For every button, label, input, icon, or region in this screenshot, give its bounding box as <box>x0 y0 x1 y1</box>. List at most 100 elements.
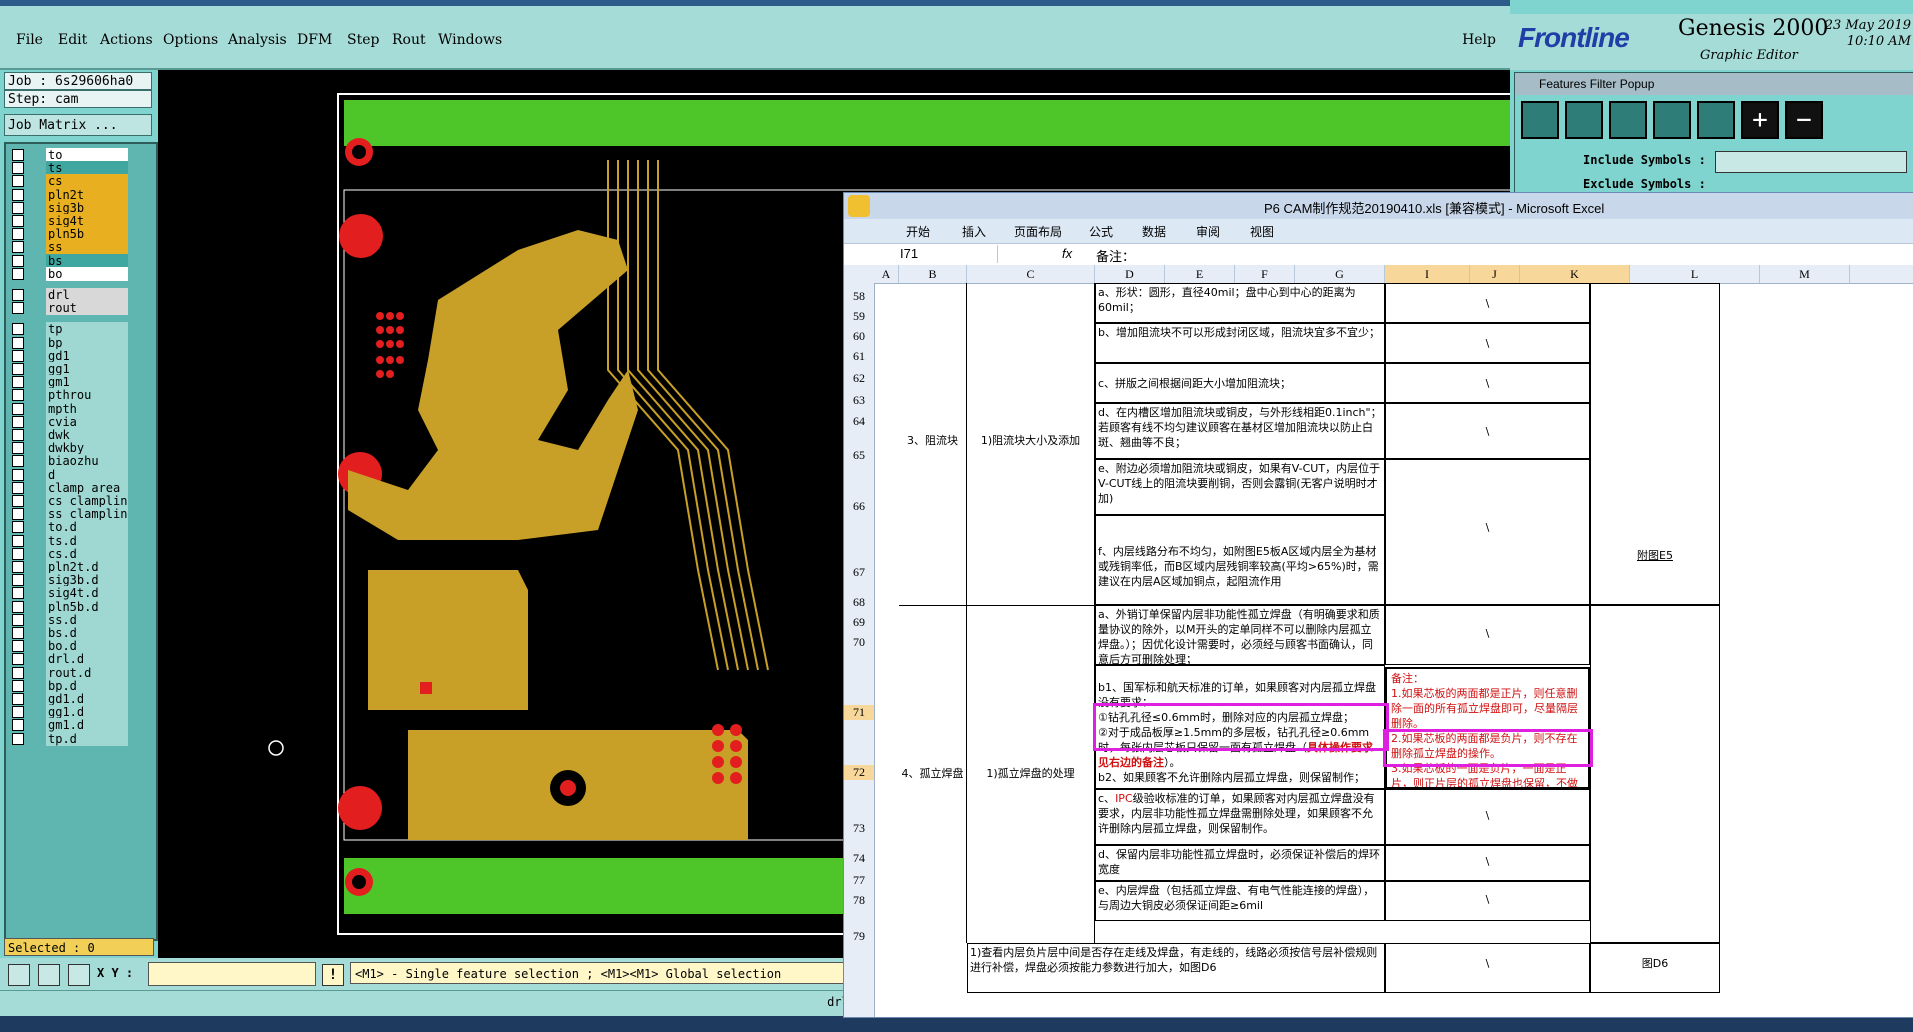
col-header[interactable]: B <box>899 265 967 283</box>
popup-title-bar[interactable]: Features Filter Popup <box>1515 73 1913 95</box>
job-matrix-button[interactable]: Job Matrix ... <box>4 114 152 136</box>
menu-edit[interactable]: Edit <box>58 32 87 48</box>
row-header[interactable]: 68 <box>844 595 874 610</box>
line-filter-icon[interactable] <box>1521 101 1559 139</box>
layer-checkbox[interactable] <box>12 442 24 455</box>
layer-row[interactable]: drl <box>8 288 128 302</box>
cell-i68[interactable]: \ <box>1385 605 1590 665</box>
row-header[interactable]: 66 <box>844 499 874 514</box>
layer-checkbox[interactable] <box>12 429 24 441</box>
layer-row[interactable]: bp.d <box>8 678 128 693</box>
layer-checkbox[interactable] <box>12 254 24 267</box>
layer-row[interactable]: tp.d <box>8 731 128 746</box>
section-resist-desc[interactable]: 1)阻流块大小及添加 <box>967 283 1095 605</box>
layer-row[interactable]: gm1.d <box>8 718 128 733</box>
col-header[interactable]: A <box>874 265 899 283</box>
cell-d66[interactable]: e、附边必须增加阻流块或铜皮，如果有V-CUT，内层位于V-CUT线上的阻流块要… <box>1095 459 1385 515</box>
plus-icon[interactable]: + <box>1741 101 1779 139</box>
layer-row[interactable]: rout <box>8 301 128 316</box>
col-header[interactable]: L <box>1630 265 1760 283</box>
layer-row[interactable]: pln5b.d <box>8 599 128 614</box>
tab-insert[interactable]: 插入 <box>962 223 986 240</box>
excel-title-bar[interactable]: P6 CAM制作规范20190410.xls [兼容模式] - Microsof… <box>844 193 1913 219</box>
row-header[interactable]: 58 <box>844 289 874 304</box>
layer-row[interactable]: pln2t.d <box>8 560 128 574</box>
cell-i73[interactable]: \ <box>1385 789 1590 845</box>
cell-l68[interactable] <box>1590 605 1720 943</box>
col-header[interactable]: E <box>1165 265 1235 283</box>
cell-i58[interactable]: \ <box>1385 283 1590 323</box>
col-header[interactable]: J <box>1470 265 1520 283</box>
tab-home[interactable]: 开始 <box>906 223 930 240</box>
layer-checkbox[interactable] <box>12 349 24 362</box>
layer-row[interactable]: ss.d <box>8 612 128 627</box>
layer-row[interactable]: ss_clampline <box>8 507 128 522</box>
layer-row[interactable]: gd1 <box>8 348 128 363</box>
menu-rout[interactable]: Rout <box>392 32 426 48</box>
layer-checkbox[interactable] <box>12 521 24 534</box>
layer-checkbox[interactable] <box>12 376 24 389</box>
layer-row[interactable]: gg1.d <box>8 705 128 720</box>
layer-checkbox[interactable] <box>12 732 24 745</box>
layer-checkbox[interactable] <box>12 495 24 507</box>
layer-checkbox[interactable] <box>12 666 24 679</box>
layer-checkbox[interactable] <box>12 693 24 705</box>
tab-review[interactable]: 审阅 <box>1196 223 1220 240</box>
fx-icon[interactable]: fx <box>1062 246 1072 261</box>
row-header[interactable]: 70 <box>844 635 874 650</box>
col-header[interactable]: G <box>1295 265 1385 283</box>
layer-row[interactable]: ts <box>8 161 128 176</box>
layer-checkbox[interactable] <box>12 323 24 336</box>
layer-row[interactable]: biaozhu <box>8 454 128 469</box>
tab-formulas[interactable]: 公式 <box>1089 223 1113 240</box>
layer-checkbox[interactable] <box>12 679 24 692</box>
col-header[interactable]: K <box>1520 265 1630 283</box>
layer-checkbox[interactable] <box>12 468 24 481</box>
cell-i64[interactable]: \ <box>1385 403 1590 459</box>
menu-help[interactable]: Help <box>1462 32 1496 48</box>
row-header[interactable]: 78 <box>844 893 874 908</box>
grid-tool-icon[interactable] <box>68 964 90 986</box>
layer-checkbox[interactable] <box>12 289 24 301</box>
layer-row[interactable]: cs.d <box>8 546 128 561</box>
layer-row[interactable]: drl.d <box>8 652 128 667</box>
row-header[interactable]: 71 <box>844 705 874 720</box>
layer-row[interactable]: d <box>8 467 128 482</box>
layer-row[interactable]: dwk <box>8 428 128 442</box>
layer-row[interactable]: ss <box>8 240 128 255</box>
measure-tool-icon[interactable] <box>38 964 60 986</box>
layer-checkbox[interactable] <box>12 574 24 587</box>
menu-file[interactable]: File <box>16 32 43 48</box>
layer-checkbox[interactable] <box>12 508 24 521</box>
layer-checkbox[interactable] <box>12 188 24 201</box>
layer-row[interactable]: sig3b.d <box>8 573 128 588</box>
cell-d58[interactable]: a、形状：圆形，直径40mil；盘中心到中心的距离为60mil； <box>1095 283 1385 323</box>
layer-checkbox[interactable] <box>12 547 24 560</box>
minus-icon[interactable]: − <box>1785 101 1823 139</box>
layer-checkbox[interactable] <box>12 149 24 161</box>
layer-checkbox[interactable] <box>12 627 24 639</box>
tab-view[interactable]: 视图 <box>1250 223 1274 240</box>
tab-page-layout[interactable]: 页面布局 <box>1014 223 1062 240</box>
include-symbols-input[interactable] <box>1715 151 1907 173</box>
layer-checkbox[interactable] <box>12 215 24 227</box>
layer-checkbox[interactable] <box>12 587 24 600</box>
row-header[interactable]: 72 <box>844 765 874 780</box>
cell-i62[interactable]: \ <box>1385 363 1590 403</box>
layer-checkbox[interactable] <box>12 402 24 415</box>
row-header[interactable]: 79 <box>844 929 874 944</box>
layer-row[interactable]: bs <box>8 253 128 268</box>
layer-row[interactable]: pln2t <box>8 187 128 202</box>
layer-row[interactable]: gm1 <box>8 375 128 390</box>
layer-row[interactable]: to <box>8 148 128 162</box>
layer-row[interactable]: sig4t.d <box>8 586 128 601</box>
layer-checkbox[interactable] <box>12 228 24 241</box>
cell-i74[interactable]: \ <box>1385 845 1590 881</box>
layer-row[interactable]: bo.d <box>8 639 128 654</box>
formula-input[interactable]: 备注： <box>1096 246 1135 265</box>
col-header[interactable]: M <box>1760 265 1850 283</box>
cell-i77[interactable]: \ <box>1385 881 1590 921</box>
layer-checkbox[interactable] <box>12 267 24 280</box>
surface-filter-icon[interactable] <box>1609 101 1647 139</box>
row-header[interactable]: 65 <box>844 448 874 463</box>
